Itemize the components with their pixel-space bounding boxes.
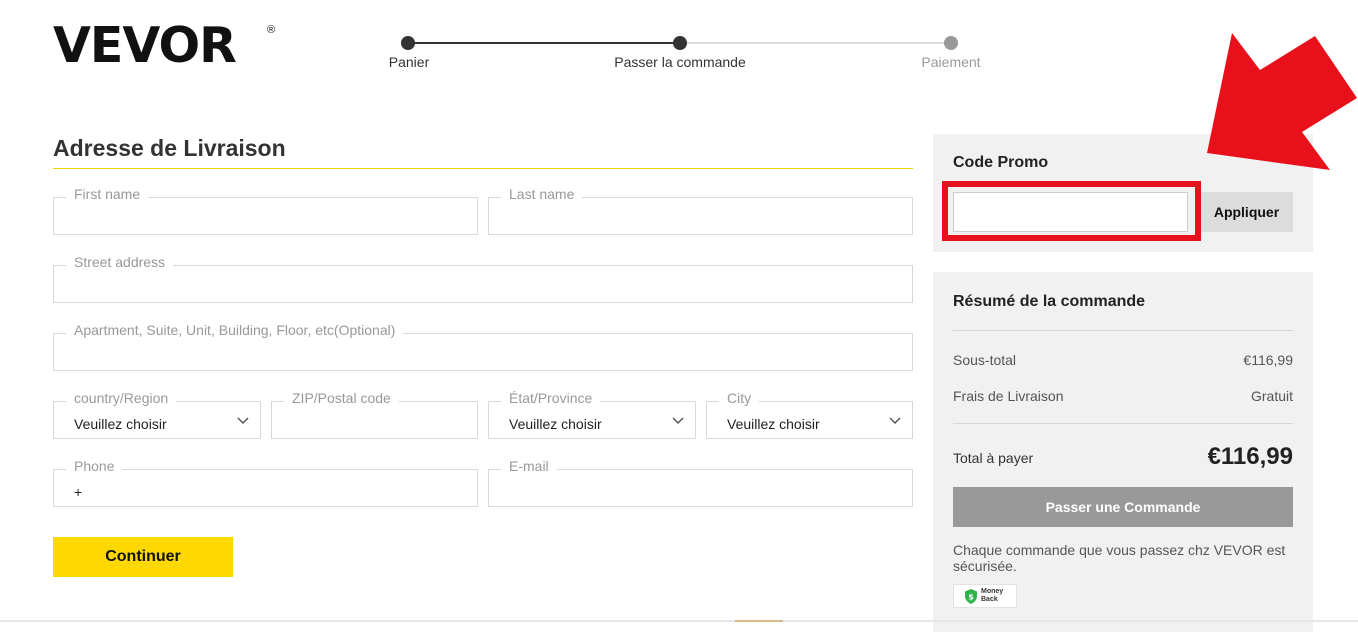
step-dot-checkout: [673, 36, 687, 50]
apartment-label: Apartment, Suite, Unit, Building, Floor,…: [66, 322, 404, 338]
subtotal-label: Sous-total: [953, 352, 1017, 368]
place-order-button[interactable]: Passer une Commande: [953, 487, 1293, 527]
money-back-shield-icon: $: [965, 589, 977, 604]
zip-field[interactable]: ZIP/Postal code: [271, 390, 478, 439]
city-value: Veuillez choisir: [727, 416, 820, 432]
country-select[interactable]: country/Region Veuillez choisir: [53, 390, 261, 439]
city-label: City: [719, 390, 760, 406]
step-dot-payment: [944, 36, 958, 50]
money-back-text: Money Back: [981, 588, 1003, 604]
last-name-label: Last name: [501, 186, 583, 202]
email-label: E-mail: [501, 458, 557, 474]
phone-value: +: [74, 484, 83, 500]
step-label-payment: Paiement: [921, 54, 981, 70]
apply-promo-button[interactable]: Appliquer: [1200, 192, 1293, 232]
shipping-fee-label: Frais de Livraison: [953, 388, 1064, 404]
country-label: country/Region: [66, 390, 177, 406]
secure-note: Chaque commande que vous passez chz VEVO…: [953, 542, 1286, 574]
summary-divider: [953, 330, 1293, 331]
street-address-label: Street address: [66, 254, 174, 270]
progress-line-done: [408, 42, 680, 44]
first-name-field[interactable]: First name: [53, 186, 478, 235]
zip-label: ZIP/Postal code: [284, 390, 399, 406]
step-label-checkout: Passer la commande: [614, 54, 746, 70]
badge-line-1: Money: [981, 588, 1004, 595]
continue-button[interactable]: Continuer: [53, 537, 233, 577]
subtotal-value: €116,99: [1243, 352, 1293, 368]
arrow-annotation-icon: [1207, 33, 1357, 170]
registered-mark: ®: [267, 24, 276, 36]
state-value: Veuillez choisir: [509, 416, 602, 432]
summary-divider: [953, 423, 1293, 424]
chevron-down-icon: [889, 417, 901, 425]
chevron-down-icon: [672, 417, 684, 425]
state-select[interactable]: État/Province Veuillez choisir: [488, 390, 696, 439]
step-label-cart: Panier: [388, 54, 430, 70]
money-back-badge: $ Money Back: [953, 584, 1017, 608]
city-select[interactable]: City Veuillez choisir: [706, 390, 913, 439]
apartment-field[interactable]: Apartment, Suite, Unit, Building, Floor,…: [53, 322, 913, 371]
summary-title: Résumé de la commande: [953, 293, 1146, 310]
last-name-field[interactable]: Last name: [488, 186, 913, 235]
order-summary-panel: Résumé de la commande Sous-total €116,99…: [933, 272, 1313, 632]
country-value: Veuillez choisir: [74, 416, 167, 432]
badge-line-2: Back: [981, 596, 998, 603]
shipping-fee-value: Gratuit: [1250, 388, 1293, 404]
vevor-logo[interactable]: VEVOR ®: [53, 17, 275, 74]
logo-text: VEVOR: [53, 17, 237, 74]
step-dot-cart: [401, 36, 415, 50]
shipping-title: Adresse de Livraison: [53, 135, 286, 161]
progress-line-todo: [680, 42, 950, 44]
phone-field[interactable]: Phone +: [53, 458, 478, 507]
email-field[interactable]: E-mail: [488, 458, 913, 507]
promo-title: Code Promo: [953, 154, 1049, 171]
phone-label: Phone: [66, 458, 123, 474]
chevron-down-icon: [237, 417, 249, 425]
total-value: €116,99: [1207, 443, 1293, 470]
title-divider: [53, 168, 913, 169]
total-label: Total à payer: [953, 450, 1034, 466]
state-label: État/Province: [501, 390, 601, 406]
first-name-label: First name: [66, 186, 149, 202]
street-address-field[interactable]: Street address: [53, 254, 913, 303]
annotation-highlight-box: [942, 181, 1201, 241]
svg-text:$: $: [968, 593, 974, 602]
